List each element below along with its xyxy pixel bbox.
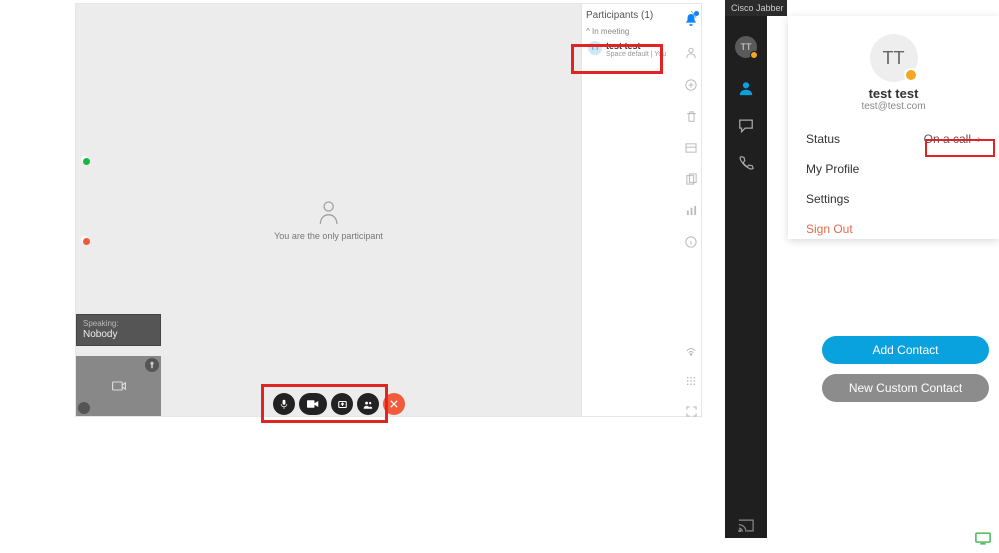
leave-call-button[interactable] bbox=[383, 393, 405, 415]
share-screen-button[interactable] bbox=[331, 393, 353, 415]
my-profile-row[interactable]: My Profile bbox=[802, 154, 985, 184]
lone-participant-placeholder: You are the only participant bbox=[274, 199, 383, 241]
chevron-right-icon: › bbox=[977, 132, 981, 146]
recording-indicator bbox=[81, 236, 88, 243]
meeting-window: You are the only participant Speaking: N… bbox=[75, 3, 702, 417]
contacts-tab-icon[interactable] bbox=[738, 80, 754, 96]
jabber-self-avatar[interactable]: TT bbox=[735, 36, 757, 58]
close-icon bbox=[390, 400, 398, 408]
camera-off-icon bbox=[111, 379, 127, 393]
participant-avatar: TT bbox=[588, 41, 602, 55]
new-custom-contact-button[interactable]: New Custom Contact bbox=[822, 374, 989, 402]
profile-popover: TT test test test@test.com Status On a c… bbox=[788, 16, 999, 239]
speaking-label: Speaking: bbox=[83, 319, 150, 329]
sign-out-label: Sign Out bbox=[806, 222, 853, 236]
status-row[interactable]: Status On a call › bbox=[802, 124, 985, 154]
delete-side-icon[interactable] bbox=[686, 111, 697, 123]
settings-row[interactable]: Settings bbox=[802, 184, 985, 214]
pin-icon[interactable] bbox=[145, 358, 159, 372]
sign-out-row[interactable]: Sign Out bbox=[802, 214, 985, 244]
mute-mic-button[interactable] bbox=[273, 393, 295, 415]
jabber-sidebar: TT bbox=[725, 16, 767, 538]
meeting-side-toolbar bbox=[680, 3, 702, 417]
participants-title: Participants (1) bbox=[586, 10, 653, 21]
cisco-jabber-window: Cisco Jabber TT TT test test test@test.c… bbox=[725, 0, 999, 553]
participant-sub: Space default | You bbox=[606, 51, 666, 58]
person-icon bbox=[318, 199, 340, 225]
share-icon bbox=[338, 400, 347, 409]
copy-side-icon[interactable] bbox=[686, 173, 697, 185]
cast-icon[interactable] bbox=[738, 519, 754, 532]
jabber-main-area: TT test test test@test.com Status On a c… bbox=[767, 16, 999, 553]
camera-toggle-button[interactable] bbox=[299, 393, 327, 415]
stats-side-icon[interactable] bbox=[686, 205, 697, 216]
keypad-side-icon[interactable] bbox=[686, 376, 696, 386]
maximize-icon[interactable] bbox=[78, 402, 90, 414]
people-side-icon[interactable] bbox=[685, 47, 697, 59]
people-icon bbox=[363, 400, 373, 409]
notifications-icon[interactable] bbox=[685, 13, 697, 27]
status-label: Status bbox=[806, 132, 840, 146]
participant-name: test test bbox=[606, 41, 666, 51]
add-contact-button[interactable]: Add Contact bbox=[822, 336, 989, 364]
info-side-icon[interactable] bbox=[685, 236, 697, 248]
profile-avatar: TT bbox=[870, 34, 918, 82]
contacts-empty-actions: Add Contact New Custom Contact bbox=[822, 336, 989, 402]
call-controls bbox=[273, 393, 405, 415]
jabber-titlebar: Cisco Jabber bbox=[725, 0, 787, 16]
expand-side-icon[interactable] bbox=[686, 406, 697, 417]
participants-button[interactable] bbox=[357, 393, 379, 415]
layout-side-icon[interactable] bbox=[685, 143, 697, 153]
video-area: You are the only participant Speaking: N… bbox=[76, 4, 581, 416]
chat-tab-icon[interactable] bbox=[738, 118, 754, 133]
connection-good-indicator bbox=[81, 156, 88, 163]
speaking-indicator: Speaking: Nobody bbox=[76, 314, 161, 346]
lone-participant-text: You are the only participant bbox=[274, 231, 383, 241]
profile-name: test test bbox=[802, 86, 985, 101]
self-view-thumbnail[interactable] bbox=[76, 356, 161, 416]
profile-email: test@test.com bbox=[802, 101, 985, 112]
calls-tab-icon[interactable] bbox=[739, 155, 754, 170]
camera-icon bbox=[307, 400, 319, 408]
mic-icon bbox=[280, 399, 288, 409]
settings-label: Settings bbox=[806, 192, 849, 206]
add-side-icon[interactable] bbox=[685, 79, 697, 91]
speaking-name: Nobody bbox=[83, 329, 150, 341]
status-value: On a call bbox=[924, 132, 971, 146]
signal-side-icon[interactable] bbox=[685, 346, 697, 356]
presence-available-icon bbox=[975, 532, 991, 545]
my-profile-label: My Profile bbox=[806, 162, 859, 176]
